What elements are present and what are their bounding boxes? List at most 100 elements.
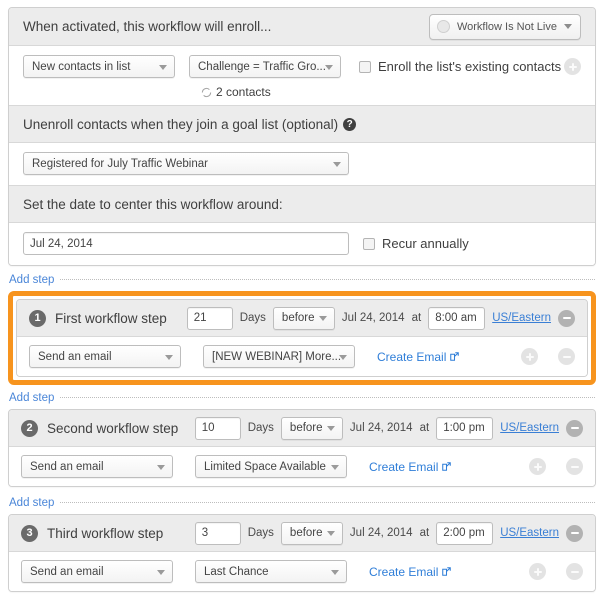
minus-bar — [562, 317, 571, 319]
direction-value: before — [281, 312, 315, 324]
chevron-down-icon — [331, 569, 339, 575]
timezone-link[interactable]: US/Eastern — [500, 422, 559, 434]
add-step-link[interactable]: Add step — [9, 274, 54, 286]
add-step-link[interactable]: Add step — [9, 392, 54, 404]
minus-bar — [570, 570, 579, 573]
add-trigger-button[interactable] — [564, 58, 581, 75]
delay-value-input[interactable]: 3 — [194, 521, 241, 545]
remove-action-button[interactable] — [566, 458, 583, 475]
unenroll-title-wrap: Unenroll contacts when they join a goal … — [23, 116, 357, 132]
trigger-list-select[interactable]: Challenge = Traffic Gro... — [189, 55, 341, 78]
minus-bar — [562, 355, 571, 358]
delay-value-input[interactable]: 21 — [186, 306, 233, 330]
step-3-timing: 3 Days before Jul 24, 2014 at 2:00 pm US… — [194, 521, 583, 545]
step-action-select[interactable]: Send an email — [29, 345, 181, 368]
chevron-down-icon — [564, 24, 572, 29]
chevron-down-icon — [159, 64, 167, 70]
step-1-timing: 21 Days before Jul 24, 2014 at 8:00 am U… — [186, 306, 575, 330]
trigger-list-value: Challenge = Traffic Gro... — [198, 60, 326, 73]
remove-step-button[interactable] — [558, 309, 575, 327]
chevron-down-icon — [333, 161, 341, 167]
step-2-timing: 10 Days before Jul 24, 2014 at 1:00 pm U… — [194, 416, 583, 440]
trigger-type-value: New contacts in list — [32, 60, 131, 73]
timezone-link[interactable]: US/Eastern — [492, 312, 551, 324]
step-2-action-row: Send an email Limited Space Available Cr… — [9, 447, 595, 486]
center-date-body: Jul 24, 2014 Recur annually — [9, 223, 595, 265]
goal-list-value: Registered for July Traffic Webinar — [32, 157, 208, 170]
step-email-value: [NEW WEBINAR] More... — [212, 350, 342, 363]
time-input[interactable]: 2:00 pm — [436, 521, 494, 545]
enrollment-trigger-row: New contacts in list Challenge = Traffic… — [23, 55, 581, 78]
direction-value: before — [289, 422, 323, 434]
chevron-down-icon — [326, 426, 335, 431]
recur-annually-checkbox[interactable]: Recur annually — [363, 236, 469, 251]
checkbox-box[interactable] — [363, 237, 375, 250]
step-email-select[interactable]: Last Chance — [195, 560, 347, 583]
direction-select[interactable]: before — [280, 521, 343, 545]
step-action-value: Send an email — [30, 460, 104, 473]
workflow-editor: When activated, this workflow will enrol… — [0, 0, 604, 603]
add-step-row: Add step — [8, 388, 596, 407]
step-title: Third workflow step — [47, 525, 164, 541]
add-action-button[interactable] — [529, 458, 546, 475]
enroll-existing-label: Enroll the list's existing contacts — [378, 59, 562, 74]
step-3-header: 3 Third workflow step 3 Days before Jul … — [9, 515, 595, 552]
direction-select[interactable]: before — [272, 306, 335, 330]
add-action-button[interactable] — [529, 563, 546, 580]
minus-bar — [570, 465, 579, 468]
trigger-type-select[interactable]: New contacts in list — [23, 55, 175, 78]
workflow-live-status-button[interactable]: Workflow Is Not Live — [428, 13, 581, 40]
anchor-date-label: Jul 24, 2014 — [349, 422, 413, 434]
days-label: Days — [239, 312, 266, 324]
step-email-select[interactable]: Limited Space Available — [195, 455, 347, 478]
time-input[interactable]: 8:00 am — [428, 306, 486, 330]
external-link-icon — [450, 351, 460, 361]
workflow-step-2: 2 Second workflow step 10 Days before Ju… — [8, 409, 596, 487]
contacts-count-row: 2 contacts — [201, 85, 581, 99]
minus-bar — [570, 532, 579, 534]
create-email-link[interactable]: Create Email — [369, 564, 452, 579]
remove-action-button[interactable] — [566, 563, 583, 580]
step-action-value: Send an email — [38, 350, 112, 363]
center-date-input[interactable]: Jul 24, 2014 — [23, 232, 349, 255]
enrollment-header: When activated, this workflow will enrol… — [9, 8, 595, 46]
step-title: Second workflow step — [47, 420, 179, 436]
recur-annually-label: Recur annually — [382, 236, 469, 251]
step-1-highlight: 1 First workflow step 21 Days before Jul… — [8, 291, 596, 385]
step-2-header: 2 Second workflow step 10 Days before Ju… — [9, 410, 595, 447]
unenroll-title: Unenroll contacts when they join a goal … — [23, 116, 339, 132]
plus-vertical — [536, 567, 539, 576]
direction-select[interactable]: before — [280, 416, 343, 440]
plus-vertical — [536, 462, 539, 471]
days-label: Days — [247, 422, 274, 434]
add-step-row: Add step — [8, 493, 596, 512]
step-email-select[interactable]: [NEW WEBINAR] More... — [203, 345, 355, 368]
workflow-step-1: 1 First workflow step 21 Days before Jul… — [16, 299, 588, 377]
remove-action-button[interactable] — [558, 348, 575, 365]
at-label: at — [419, 527, 430, 539]
workflow-live-status-label: Workflow Is Not Live — [456, 20, 557, 33]
step-action-select[interactable]: Send an email — [21, 455, 173, 478]
add-step-link[interactable]: Add step — [9, 497, 54, 509]
time-input[interactable]: 1:00 pm — [436, 416, 494, 440]
help-icon[interactable]: ? — [343, 118, 357, 132]
center-date-row: Jul 24, 2014 Recur annually — [23, 232, 581, 255]
enroll-existing-checkbox[interactable]: Enroll the list's existing contacts — [359, 59, 561, 74]
goal-list-select[interactable]: Registered for July Traffic Webinar — [23, 152, 349, 175]
anchor-date-label: Jul 24, 2014 — [341, 312, 405, 324]
at-label: at — [419, 422, 430, 434]
checkbox-box[interactable] — [359, 60, 371, 73]
plus-vertical — [571, 62, 574, 71]
delay-value-input[interactable]: 10 — [194, 416, 241, 440]
remove-step-button[interactable] — [566, 524, 583, 542]
step-email-value: Last Chance — [204, 565, 269, 578]
add-action-button[interactable] — [521, 348, 538, 365]
step-action-select[interactable]: Send an email — [21, 560, 173, 583]
create-email-link[interactable]: Create Email — [369, 460, 452, 474]
remove-step-button[interactable] — [566, 419, 583, 437]
chevron-down-icon — [326, 531, 335, 536]
timezone-link[interactable]: US/Eastern — [500, 527, 559, 539]
workflow-step-3: 3 Third workflow step 3 Days before Jul … — [8, 514, 596, 592]
create-email-label: Create Email — [369, 564, 439, 579]
create-email-link[interactable]: Create Email — [377, 350, 460, 364]
